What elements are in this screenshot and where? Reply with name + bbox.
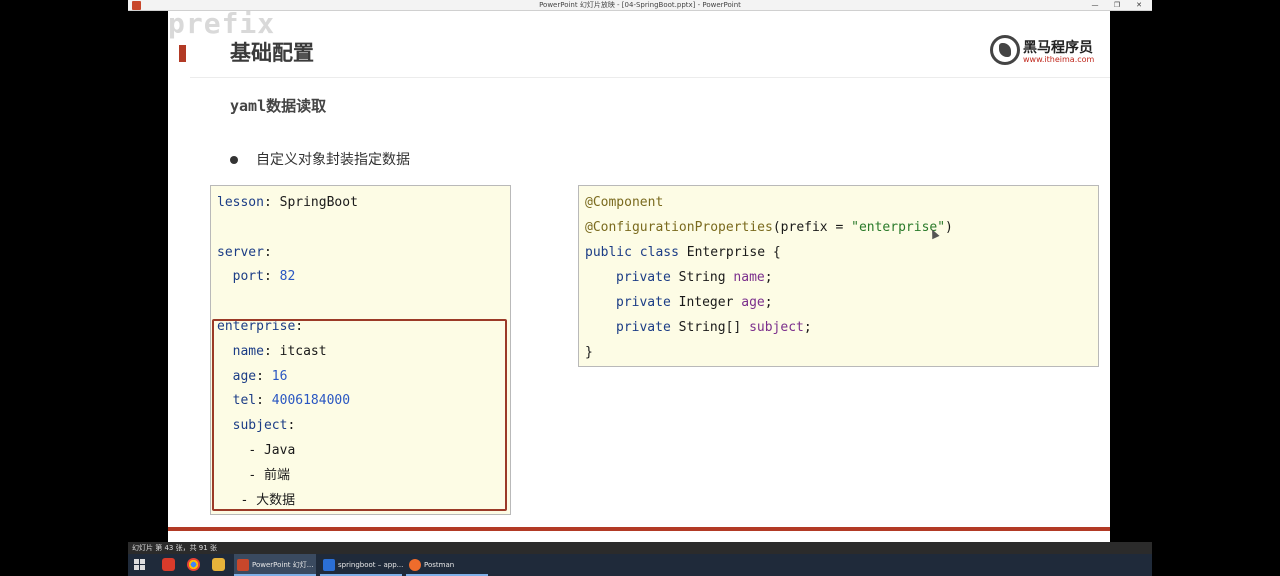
taskbar-item-label: Postman (424, 561, 455, 569)
code-line: private Integer age; (616, 293, 773, 313)
minimize-icon[interactable]: — (1084, 0, 1106, 11)
code-line: @Component (585, 193, 663, 213)
code-line: public class Enterprise { (585, 243, 781, 263)
taskbar-item-label: PowerPoint 幻灯... (252, 561, 314, 569)
bullet-dot-icon (230, 156, 238, 164)
yaml-line: lesson: SpringBoot (217, 193, 358, 213)
slide-counter: 幻灯片 第 43 张，共 91 张 (132, 544, 217, 552)
enterprise-highlight-box (212, 319, 507, 511)
yaml-line: server: (217, 243, 272, 263)
slide-bottom-band (168, 527, 1110, 531)
code-line: private String name; (616, 268, 773, 288)
taskbar-item-label: springboot – app... (338, 561, 404, 569)
code-line: private String[] subject; (616, 318, 812, 338)
component-annotation: @Component (585, 195, 664, 210)
field-name: subject (749, 320, 804, 335)
class-name: Enterprise { (678, 245, 781, 260)
field-name: age (741, 295, 765, 310)
restore-icon[interactable]: ❐ (1106, 0, 1128, 11)
logo: 黑马程序员 www.itheima.com (990, 35, 1094, 67)
yaml-key: server (217, 244, 264, 260)
annotation-args-open: (prefix = (772, 220, 852, 235)
field-end: ; (803, 320, 812, 335)
yaml-value: SpringBoot (279, 195, 358, 210)
field-modifier: private (616, 270, 671, 285)
intellij-icon (323, 559, 335, 571)
field-modifier: private (616, 320, 671, 335)
class-keyword: public class (585, 245, 679, 260)
watermark: prefix (168, 11, 276, 40)
config-properties-annotation: @ConfigurationProperties (585, 220, 773, 235)
field-type: String[] (670, 320, 750, 335)
bullet-item: 自定义对象封装指定数据 (230, 149, 410, 169)
taskbar-item-intellij[interactable]: springboot – app... (320, 554, 404, 576)
field-modifier: private (616, 295, 671, 310)
field-end: ; (764, 295, 773, 310)
app-icon[interactable] (162, 558, 175, 571)
slide-title: 基础配置 (230, 41, 314, 65)
statusbar: 幻灯片 第 43 张，共 91 张 (128, 542, 1152, 554)
window-titlebar: PowerPoint 幻灯片放映 - [04-SpringBoot.pptx] … (128, 0, 1152, 11)
yaml-indent (217, 269, 233, 284)
horse-logo-icon (990, 35, 1020, 65)
folder-icon[interactable] (212, 558, 225, 571)
postman-icon (409, 559, 421, 571)
yaml-value: 82 (279, 269, 296, 285)
yaml-key: port (232, 269, 264, 285)
code-line: @ConfigurationProperties(prefix = "enter… (585, 218, 953, 238)
yaml-sep: : (263, 244, 272, 260)
slide-subtitle: yaml数据读取 (230, 97, 327, 115)
yaml-sep: : (263, 269, 280, 285)
taskbar-item-powerpoint[interactable]: PowerPoint 幻灯... (234, 554, 316, 576)
bullet-text: 自定义对象封装指定数据 (256, 152, 410, 168)
yaml-line: port: 82 (217, 267, 296, 287)
yaml-sep: : (263, 195, 280, 210)
close-icon[interactable]: ✕ (1128, 0, 1150, 11)
title-divider (190, 77, 1110, 78)
field-name: name (733, 270, 765, 285)
field-end: ; (764, 270, 773, 285)
windows-start-icon[interactable] (134, 559, 145, 570)
accent-bar (179, 45, 186, 62)
yaml-key: lesson (217, 195, 264, 210)
taskbar: PowerPoint 幻灯... springboot – app... Pos… (128, 554, 1152, 576)
annotation-args-close: ) (945, 220, 953, 235)
class-close-brace: } (585, 345, 593, 360)
logo-name: 黑马程序员 (1023, 40, 1093, 56)
powerpoint-icon (237, 559, 249, 571)
logo-url: www.itheima.com (1023, 55, 1095, 64)
java-code-box: @Component @ConfigurationProperties(pref… (578, 185, 1099, 367)
window-title: PowerPoint 幻灯片放映 - [04-SpringBoot.pptx] … (539, 1, 741, 9)
chrome-icon[interactable] (187, 558, 200, 571)
taskbar-item-postman[interactable]: Postman (406, 554, 488, 576)
code-line: } (585, 343, 593, 363)
field-type: String (670, 270, 734, 285)
field-type: Integer (670, 295, 742, 310)
